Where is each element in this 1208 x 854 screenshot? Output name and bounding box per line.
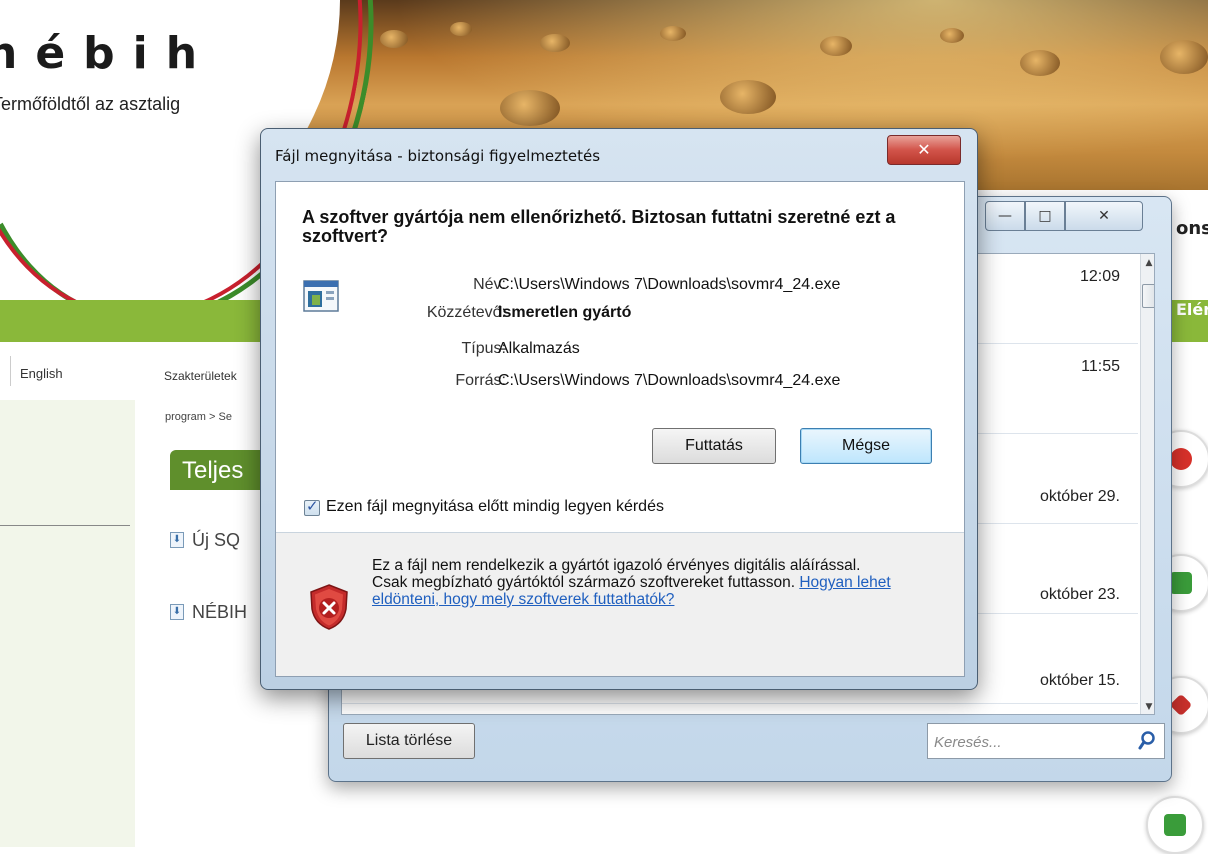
name-value: C:\Users\Windows 7\Downloads\sovmr4_24.e… xyxy=(498,276,841,293)
side-shortcut-button[interactable] xyxy=(1146,796,1204,854)
left-sidebar xyxy=(0,400,135,847)
security-warning-dialog: Fájl megnyitása - biztonsági figyelmezte… xyxy=(260,128,978,690)
site-logo[interactable]: nébih xyxy=(0,28,215,79)
dialog-footer: Ez a fájl nem rendelkezik a gyártót igaz… xyxy=(276,533,964,676)
nav-item-fragment[interactable]: Elér xyxy=(1176,300,1208,319)
search-input[interactable] xyxy=(932,730,1122,754)
type-label: Típus: xyxy=(461,340,506,357)
scroll-up-arrow-icon[interactable]: ▲ xyxy=(1141,254,1154,272)
download-time: 11:55 xyxy=(1081,358,1120,375)
dialog-body: A szoftver gyártója nem ellenőrizhető. B… xyxy=(275,181,965,677)
dialog-question: A szoftver gyártója nem ellenőrizhető. B… xyxy=(302,207,896,246)
publisher-label: Közzétevő: xyxy=(426,304,506,321)
scrollbar[interactable]: ▲ ▼ xyxy=(1140,254,1154,714)
scroll-down-arrow-icon[interactable]: ▼ xyxy=(1141,698,1154,714)
dialog-close-button[interactable]: ✕ xyxy=(887,135,961,165)
source-label: Forrás: xyxy=(455,372,506,389)
doc-link[interactable]: Új SQ xyxy=(192,530,240,551)
clear-list-button[interactable]: Lista törlése xyxy=(343,723,475,759)
doc-link[interactable]: NÉBIH xyxy=(192,602,247,623)
document-download-icon: ⬇ xyxy=(170,604,184,620)
always-ask-checkbox[interactable]: ✓ xyxy=(304,497,320,516)
warning-message: Ez a fájl nem rendelkezik a gyártót igaz… xyxy=(372,557,892,608)
language-link[interactable]: English xyxy=(20,366,63,381)
minimize-button[interactable]: — xyxy=(985,201,1025,231)
maximize-button[interactable]: □ xyxy=(1025,201,1065,231)
name-label: Név: xyxy=(473,276,506,293)
search-icon[interactable] xyxy=(1138,730,1156,752)
security-shield-icon xyxy=(310,584,348,630)
download-time: október 29. xyxy=(1039,488,1120,505)
checkmark-icon: ✓ xyxy=(306,497,319,515)
header-text-fragment: ons xyxy=(1176,218,1208,239)
divider xyxy=(0,525,130,526)
search-box[interactable] xyxy=(927,723,1165,759)
section-tab-label: Teljes xyxy=(182,457,244,484)
download-time: október 23. xyxy=(1039,586,1120,603)
dialog-title: Fájl megnyitása - biztonsági figyelmezte… xyxy=(275,147,601,165)
source-value: C:\Users\Windows 7\Downloads\sovmr4_24.e… xyxy=(498,372,841,389)
site-slogan: Termőföldtől az asztalig xyxy=(0,94,181,114)
always-ask-label[interactable]: Ezen fájl megnyitása előtt mindig legyen… xyxy=(326,498,664,516)
download-time: október 15. xyxy=(1039,672,1120,689)
cancel-button[interactable]: Mégse xyxy=(800,428,932,464)
scroll-thumb[interactable] xyxy=(1142,284,1154,308)
type-value: Alkalmazás xyxy=(498,340,580,357)
breadcrumb[interactable]: program > Se xyxy=(165,411,232,423)
publisher-value: Ismeretlen gyártó xyxy=(498,304,632,321)
nav-link-szakteruletek[interactable]: Szakterületek xyxy=(164,369,237,383)
warning-text: Ez a fájl nem rendelkezik a gyártót igaz… xyxy=(372,557,861,591)
run-button[interactable]: Futtatás xyxy=(652,428,776,464)
download-time: 12:09 xyxy=(1079,268,1120,285)
document-download-icon: ⬇ xyxy=(170,532,184,548)
close-button[interactable]: ✕ xyxy=(1065,201,1143,231)
divider xyxy=(10,356,11,386)
